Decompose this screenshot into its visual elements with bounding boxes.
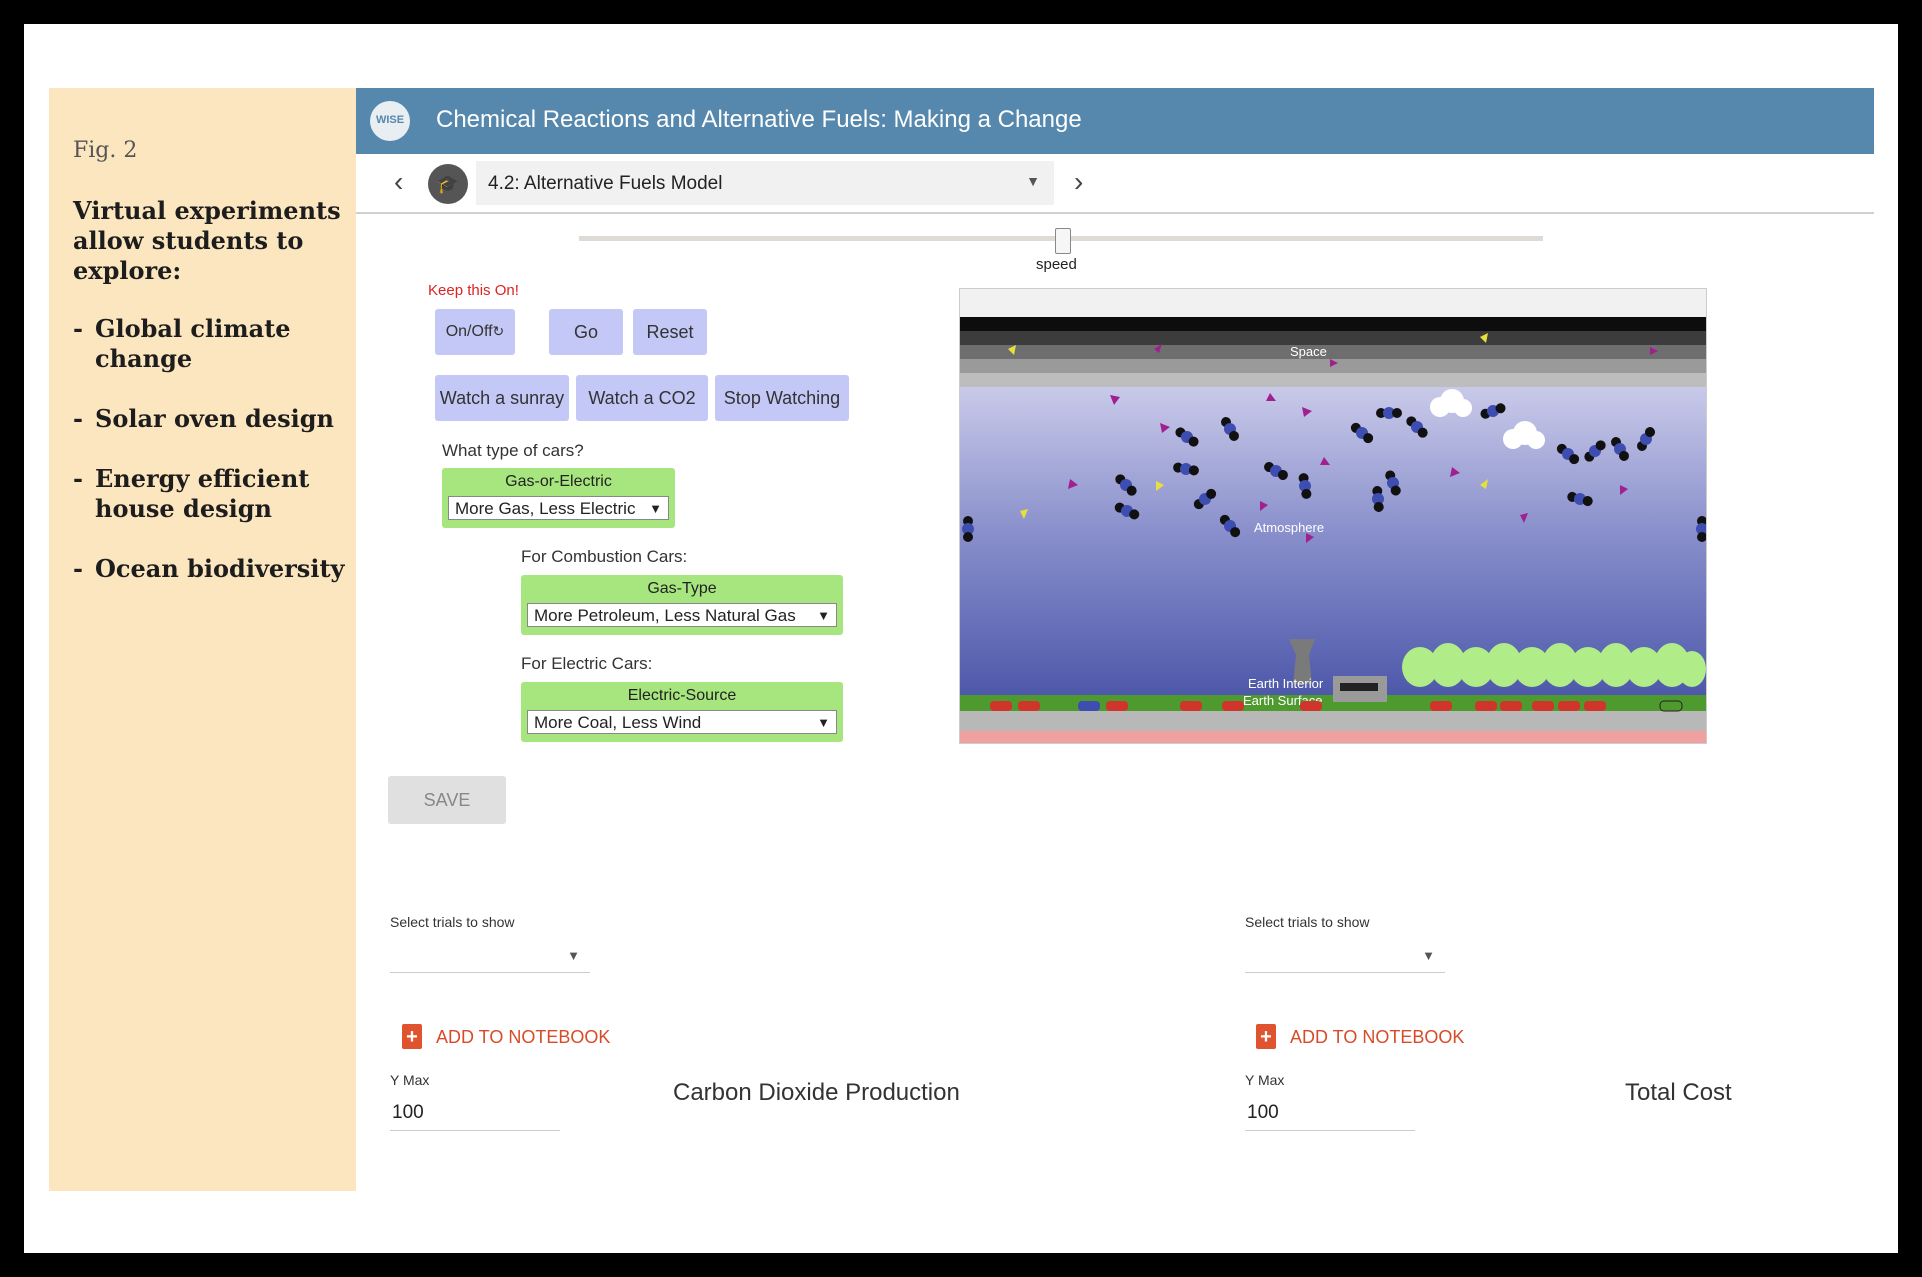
step-select[interactable]: 4.2: Alternative Fuels Model ▼: [476, 161, 1054, 205]
atmosphere-label: Atmosphere: [1254, 520, 1324, 535]
electric-source-label: Electric-Source: [627, 687, 737, 704]
add-to-notebook-button[interactable]: + ADD TO NOTEBOOK: [402, 1022, 612, 1052]
caption-intro: Virtual experiments allow students to ex…: [73, 196, 341, 285]
add-to-notebook-label: ADD TO NOTEBOOK: [1290, 1027, 1465, 1047]
caption-panel: Fig. 2 Virtual experiments allow student…: [49, 88, 356, 1191]
bullet-dash: -: [73, 404, 83, 433]
gas-or-electric-box: Gas-or-Electric More Gas, Less Electric ▼: [442, 468, 675, 528]
select-trials-label: Select trials to show: [390, 914, 515, 930]
bullet-dash: -: [73, 464, 83, 493]
y-max-input[interactable]: 100: [390, 1096, 560, 1131]
tree-row-icon: [1402, 643, 1706, 687]
factory-window: [1340, 683, 1378, 691]
speed-slider-handle[interactable]: [1055, 228, 1071, 254]
watch-sunray-button[interactable]: Watch a sunray: [435, 375, 569, 421]
go-button[interactable]: Go: [549, 309, 623, 355]
logo-text: WISE: [375, 114, 405, 126]
total-cost-chart-title: Total Cost: [1625, 1079, 1732, 1106]
speed-label: speed: [1036, 256, 1077, 273]
wise-logo-icon[interactable]: WISE: [370, 101, 410, 141]
select-trials-label: Select trials to show: [1245, 914, 1370, 930]
dropdown-arrow-icon: ▼: [817, 608, 830, 623]
dropdown-arrow-icon: ▼: [817, 715, 830, 730]
dropdown-arrow-icon: ▼: [1026, 173, 1040, 189]
gas-or-electric-value: More Gas, Less Electric: [455, 499, 636, 518]
y-max-value: 100: [392, 1102, 424, 1123]
gas-type-select[interactable]: More Petroleum, Less Natural Gas ▼: [527, 603, 837, 627]
gas-type-value: More Petroleum, Less Natural Gas: [534, 606, 796, 625]
co2-chart-title: Carbon Dioxide Production: [673, 1079, 960, 1106]
space-label: Space: [1290, 344, 1327, 359]
graduation-cap-icon: 🎓: [428, 164, 468, 204]
simulation-canvas[interactable]: Space Atmosphere Earth Interior Earth Su…: [960, 289, 1706, 743]
topic-text: Ocean biodiversity: [95, 554, 345, 583]
app-header: WISE Chemical Reactions and Alternative …: [356, 88, 1874, 154]
earth-interior-label: Earth Interior: [1248, 676, 1324, 691]
note-add-icon: +: [1256, 1024, 1276, 1049]
on-off-button[interactable]: On/Off↻: [435, 309, 515, 355]
refresh-icon: ↻: [492, 323, 505, 339]
dropdown-arrow-icon: ▼: [1422, 948, 1435, 963]
electric-cars-label: For Electric Cars:: [521, 654, 653, 673]
combustion-cars-label: For Combustion Cars:: [521, 547, 688, 566]
stop-watching-button[interactable]: Stop Watching: [715, 375, 849, 421]
topic-item: - Global climate change: [73, 314, 353, 374]
next-step-icon[interactable]: ›: [1074, 168, 1083, 196]
bullet-dash: -: [73, 314, 83, 343]
y-max-label: Y Max: [1245, 1072, 1285, 1088]
watch-co2-button[interactable]: Watch a CO2: [576, 375, 708, 421]
cars-question-label: What type of cars?: [442, 441, 584, 460]
topic-text: Solar oven design: [95, 404, 334, 433]
topic-item: - Ocean biodiversity: [73, 554, 353, 584]
dropdown-arrow-icon: ▼: [649, 501, 662, 516]
note-add-icon: +: [402, 1024, 422, 1049]
electric-source-box: Electric-Source More Coal, Less Wind ▼: [521, 682, 843, 742]
previous-step-icon[interactable]: ‹: [394, 168, 403, 196]
topic-item: - Solar oven design: [73, 404, 353, 434]
trials-select[interactable]: ▼: [1245, 938, 1445, 973]
gas-or-electric-select[interactable]: More Gas, Less Electric ▼: [448, 496, 669, 520]
gas-type-label: Gas-Type: [647, 580, 717, 597]
y-max-input[interactable]: 100: [1245, 1096, 1415, 1131]
topic-list: - Global climate change - Solar oven desig…: [73, 314, 353, 614]
electric-source-select[interactable]: More Coal, Less Wind ▼: [527, 710, 837, 734]
gas-type-box: Gas-Type More Petroleum, Less Natural Ga…: [521, 575, 843, 635]
topic-text: Global climate change: [95, 314, 291, 373]
bullet-dash: -: [73, 554, 83, 583]
save-button[interactable]: SAVE: [388, 776, 506, 824]
dropdown-arrow-icon: ▼: [567, 948, 580, 963]
on-off-label: On/Off: [445, 323, 493, 340]
y-max-label: Y Max: [390, 1072, 430, 1088]
gas-or-electric-label: Gas-or-Electric: [505, 473, 612, 490]
topic-text: Energy efficient house design: [95, 464, 310, 523]
simulation-view[interactable]: Space Atmosphere Earth Interior Earth Su…: [959, 288, 1707, 744]
figure-label: Fig. 2: [73, 138, 138, 163]
topic-item: - Energy efficient house design: [73, 464, 353, 524]
reset-button[interactable]: Reset: [633, 309, 707, 355]
step-select-value: 4.2: Alternative Fuels Model: [488, 173, 723, 194]
step-navigation: ‹ 🎓 4.2: Alternative Fuels Model ▼ ›: [356, 154, 1874, 214]
electric-source-value: More Coal, Less Wind: [534, 713, 702, 732]
keep-on-note: Keep this On!: [428, 282, 519, 299]
unit-title: Chemical Reactions and Alternative Fuels…: [436, 106, 1082, 133]
y-max-value: 100: [1247, 1102, 1279, 1123]
trials-select[interactable]: ▼: [390, 938, 590, 973]
app-window: WISE Chemical Reactions and Alternative …: [356, 88, 1874, 1218]
add-to-notebook-button[interactable]: + ADD TO NOTEBOOK: [1256, 1022, 1466, 1052]
add-to-notebook-label: ADD TO NOTEBOOK: [436, 1027, 611, 1047]
